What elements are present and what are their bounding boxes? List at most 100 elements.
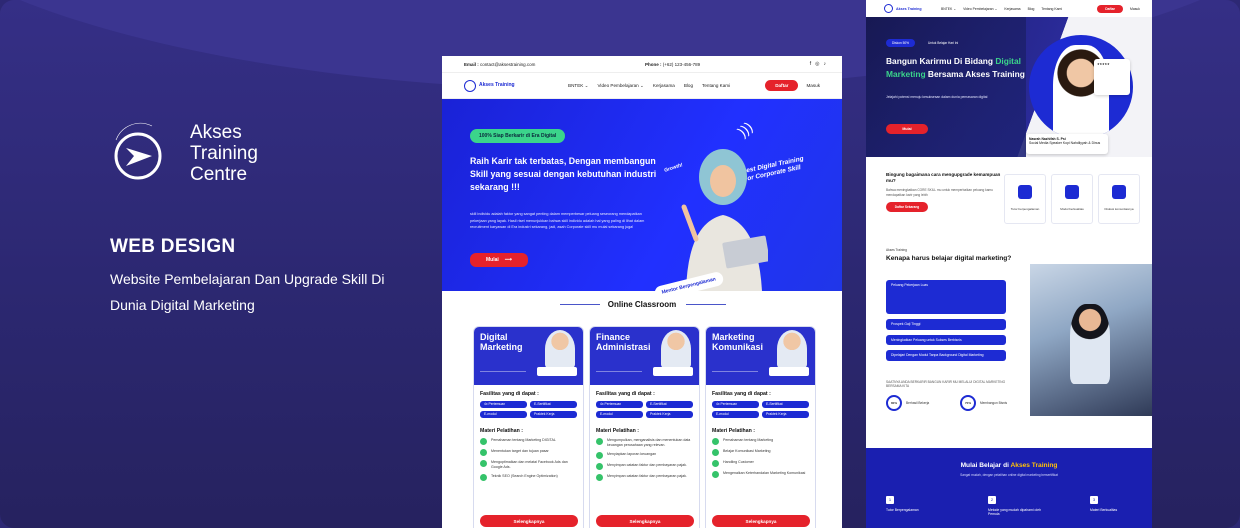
materi-item: Belajar Komunikasi Marketing [723,449,771,453]
hero-person-image [678,143,770,291]
check-icon [480,474,487,481]
materi-item: Handling Customer [723,460,754,464]
facility-chip: E-Sertifikat [646,401,693,408]
hero-title: Bangun Karirmu Di Bidang Digital Marketi… [886,55,1036,80]
website-mockup-secondary: Akses Training BNTEK ⌄ Video Pembelajara… [866,0,1152,528]
tutor-name-card: Nasrah Nazhifah S. Psi Social Media Speak… [1026,134,1108,154]
check-icon [712,449,719,456]
phone-value[interactable]: (+62) 123-456-789 [663,62,700,67]
student-photo [1030,264,1152,416]
facility-chip: 4x Pertemuan [596,401,643,408]
mulai-button[interactable]: Mulai [886,124,928,134]
materi-heading: Materi Pelatihan : [480,428,523,434]
hero-body: skill individu adalah faktor yang sangat… [470,212,645,229]
daftar-button[interactable]: Daftar [765,80,799,91]
reason-item[interactable]: Prospek Gaji Tinggi [886,319,1006,330]
navbar: Akses Training BNTEK ⌄ Video Pembelajara… [442,73,842,99]
step-number: 3 [1090,496,1098,504]
reason-item[interactable]: Dipelajari Dengan Modul Tanpa Background… [886,350,1006,361]
facility-chip: 4x Pertemuan [712,401,759,408]
check-icon [596,463,603,470]
online-classroom-title: Online Classroom [607,300,677,309]
facility-chip: E-modul [712,411,759,418]
facebook-icon[interactable]: f [810,61,811,67]
step-title: Metode yang mudah dipahami oleh Pemula [988,508,1041,516]
mulai-label: Mulai [486,257,499,263]
card-title: Finance Administrasi [596,332,651,352]
masuk-link[interactable]: Masuk [1130,7,1140,11]
logo-mark-icon [884,4,893,13]
nav-item-blog[interactable]: Blog [684,83,693,89]
materi-item: Menentukan target dan tujuan pasar [491,449,549,453]
hero-banner: 100% Siap Berkarir di Era Digital Raih K… [442,99,842,302]
check-icon [712,438,719,445]
tiktok-icon[interactable]: ♪ [824,61,827,67]
nav-item-tentang[interactable]: Tentang Kami [702,83,730,89]
course-card-finance[interactable]: Finance Administrasi Fasilitas yang di d… [589,326,700,528]
facility-chip: E-Sertifikat [762,401,809,408]
materi-item: Menyiapkan laporan keuangan [607,452,657,456]
stat-bekerja: 80% Berhasil Bekerja [886,395,929,411]
site-logo[interactable]: Akses Training [464,79,544,92]
selengkapnya-button[interactable]: Selengkapnya [480,515,578,527]
hero-banner-secondary: Diskon 50% Untuk Belajar Hari Ini Bangun… [866,17,1152,157]
materi-item: Menyimpan catatan faktur dan pembayaran … [607,463,687,467]
brand-mark-icon [108,118,178,188]
materi-heading: Materi Pelatihan : [712,428,755,434]
course-card-marketing-komunikasi[interactable]: Marketing Komunikasi Fasilitas yang di d… [705,326,816,528]
tutor-avatar [661,330,691,368]
stat-label: Berhasil Bekerja [906,401,930,405]
brand-line3: Centre [190,163,248,185]
navbar-secondary: Akses Training BNTEK ⌄ Video Pembelajara… [866,0,1152,17]
masuk-link[interactable]: Masuk [806,83,820,88]
selengkapnya-button[interactable]: Selengkapnya [712,515,810,527]
mulai-button[interactable]: Mulai ⟶ [470,253,528,267]
nav-item-video[interactable]: Video Pembelajaran ⌄ [963,7,997,11]
stat-value: 70% [960,395,976,411]
bingung-body: Bahwa meningkatkan CORE SKILL mu untuk m… [886,188,993,197]
instagram-icon[interactable]: ◎ [815,61,819,67]
reason-item[interactable]: Peluang Pekerjaan Luas [886,280,1006,314]
facilities-heading: Fasilitas yang di dapat : [480,391,539,397]
nav-item-bntek[interactable]: BNTEK ⌄ [941,7,956,11]
facilities-heading: Fasilitas yang di dapat : [712,391,771,397]
check-icon [596,452,603,459]
feature-box-modul: Modul berkualitas [1051,174,1093,224]
arrow-right-icon: ⟶ [504,257,512,263]
daftar-sekarang-button[interactable]: Daftar Sekarang [886,202,928,213]
step-title: Materi Berkualitas [1090,508,1118,512]
nav-item-video[interactable]: Video Pembelajaran ⌄ [597,83,643,89]
check-icon [596,438,603,445]
tutor-avatar [545,330,575,368]
nav-item-kerjasama[interactable]: Kerjasama [653,83,675,89]
selengkapnya-button[interactable]: Selengkapnya [596,515,694,527]
check-icon [712,460,719,467]
hero-background-image [866,17,1026,157]
band-title: Mulai Belajar di Akses Training [866,462,1152,469]
stats-title: SAATNYA ANDA BERKARIR BANGUN KARIR MU ME… [886,380,1006,389]
facility-chip: E-modul [596,411,643,418]
facility-chip: Praktek Kerja [530,411,577,418]
reason-item[interactable]: Meningkatkan Peluang untuk Sukses Berbis… [886,334,1006,346]
card-title: Marketing Komunikasi [712,332,764,352]
brand-logo: Akses Training Centre [108,118,258,188]
check-icon [596,474,603,481]
step-title: Tutor Berpengalaman [886,508,919,512]
nav-item-kerjasama[interactable]: Kerjasama [1004,7,1020,11]
materi-item: Mengenalkan Keterhandalan Marketing Komu… [723,471,806,475]
email-value[interactable]: contact@aksestraining.com [480,62,535,67]
phone-label: Phone : [644,61,662,67]
nav-item-bntek[interactable]: BNTEK ⌄ [568,83,588,89]
student-figure [1070,304,1110,384]
check-icon [480,449,487,456]
daftar-button[interactable]: Daftar [1097,4,1123,13]
facility-chip: E-Sertifikat [530,401,577,408]
tutor-name-chip [769,367,809,376]
check-icon [712,471,719,478]
website-mockup-main: Email : contact@aksestraining.com Phone … [442,56,842,528]
nav-item-blog[interactable]: Blog [1028,7,1035,11]
course-card-digital-marketing[interactable]: Digital Marketing Fasilitas yang di dapa… [473,326,584,528]
step-number: 2 [988,496,996,504]
site-logo[interactable]: Akses Training [884,4,934,13]
nav-item-tentang[interactable]: Tentang Kami [1041,7,1062,11]
